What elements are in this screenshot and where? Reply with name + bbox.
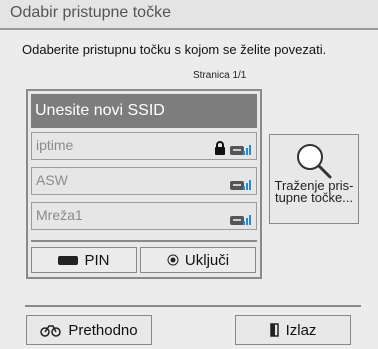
pin-button[interactable]: PIN (31, 247, 137, 273)
back-button[interactable]: Prethodno (26, 315, 152, 345)
network-name: Mreža1 (36, 207, 83, 223)
page-indicator: Stranica 1/1 (193, 70, 247, 81)
network-item-asw[interactable]: ASW (31, 167, 257, 195)
new-ssid-item[interactable]: Unesite novi SSID (31, 94, 257, 128)
exit-door-icon (269, 323, 279, 337)
magnifier-icon (297, 144, 332, 179)
pin-button-label: PIN (84, 251, 110, 269)
back-button-label: Prethodno (68, 321, 138, 339)
list-divider (31, 240, 257, 242)
access-point-dialog: Odabir pristupne točke Odaberite pristup… (0, 0, 378, 349)
footer-divider (25, 305, 361, 307)
instruction-text: Odaberite pristupnu točku s kojom se žel… (22, 42, 327, 57)
dialog-titlebar: Odabir pristupne točke (0, 0, 378, 30)
ukljuci-button[interactable]: Uključi (140, 247, 256, 273)
radio-target-icon (167, 254, 179, 266)
network-name: iptime (36, 137, 74, 153)
dialog-title: Odabir pristupne točke (10, 4, 171, 21)
router-signal-icon (230, 213, 251, 225)
color-key-icon (58, 255, 79, 265)
exit-button[interactable]: Izlaz (235, 315, 351, 345)
router-signal-icon (230, 143, 251, 155)
network-item-iptime[interactable]: iptime (31, 132, 257, 160)
search-access-points-button[interactable]: Traženje pris- tupne točke... (269, 134, 359, 224)
router-signal-icon (230, 178, 251, 190)
network-name: ASW (36, 172, 68, 188)
lock-icon (215, 141, 225, 155)
back-icon (40, 325, 62, 337)
network-list-panel: Unesite novi SSID iptime ASW Mreža1 PIN … (26, 89, 262, 279)
search-label-line2: tupne točke... (274, 190, 354, 205)
search-button-label: Traženje pris- tupne točke... (270, 179, 358, 205)
exit-button-label: Izlaz (285, 321, 317, 339)
network-item-mreza1[interactable]: Mreža1 (31, 202, 257, 230)
new-ssid-label: Unesite novi SSID (35, 102, 165, 119)
ukljuci-button-label: Uključi (184, 251, 230, 269)
